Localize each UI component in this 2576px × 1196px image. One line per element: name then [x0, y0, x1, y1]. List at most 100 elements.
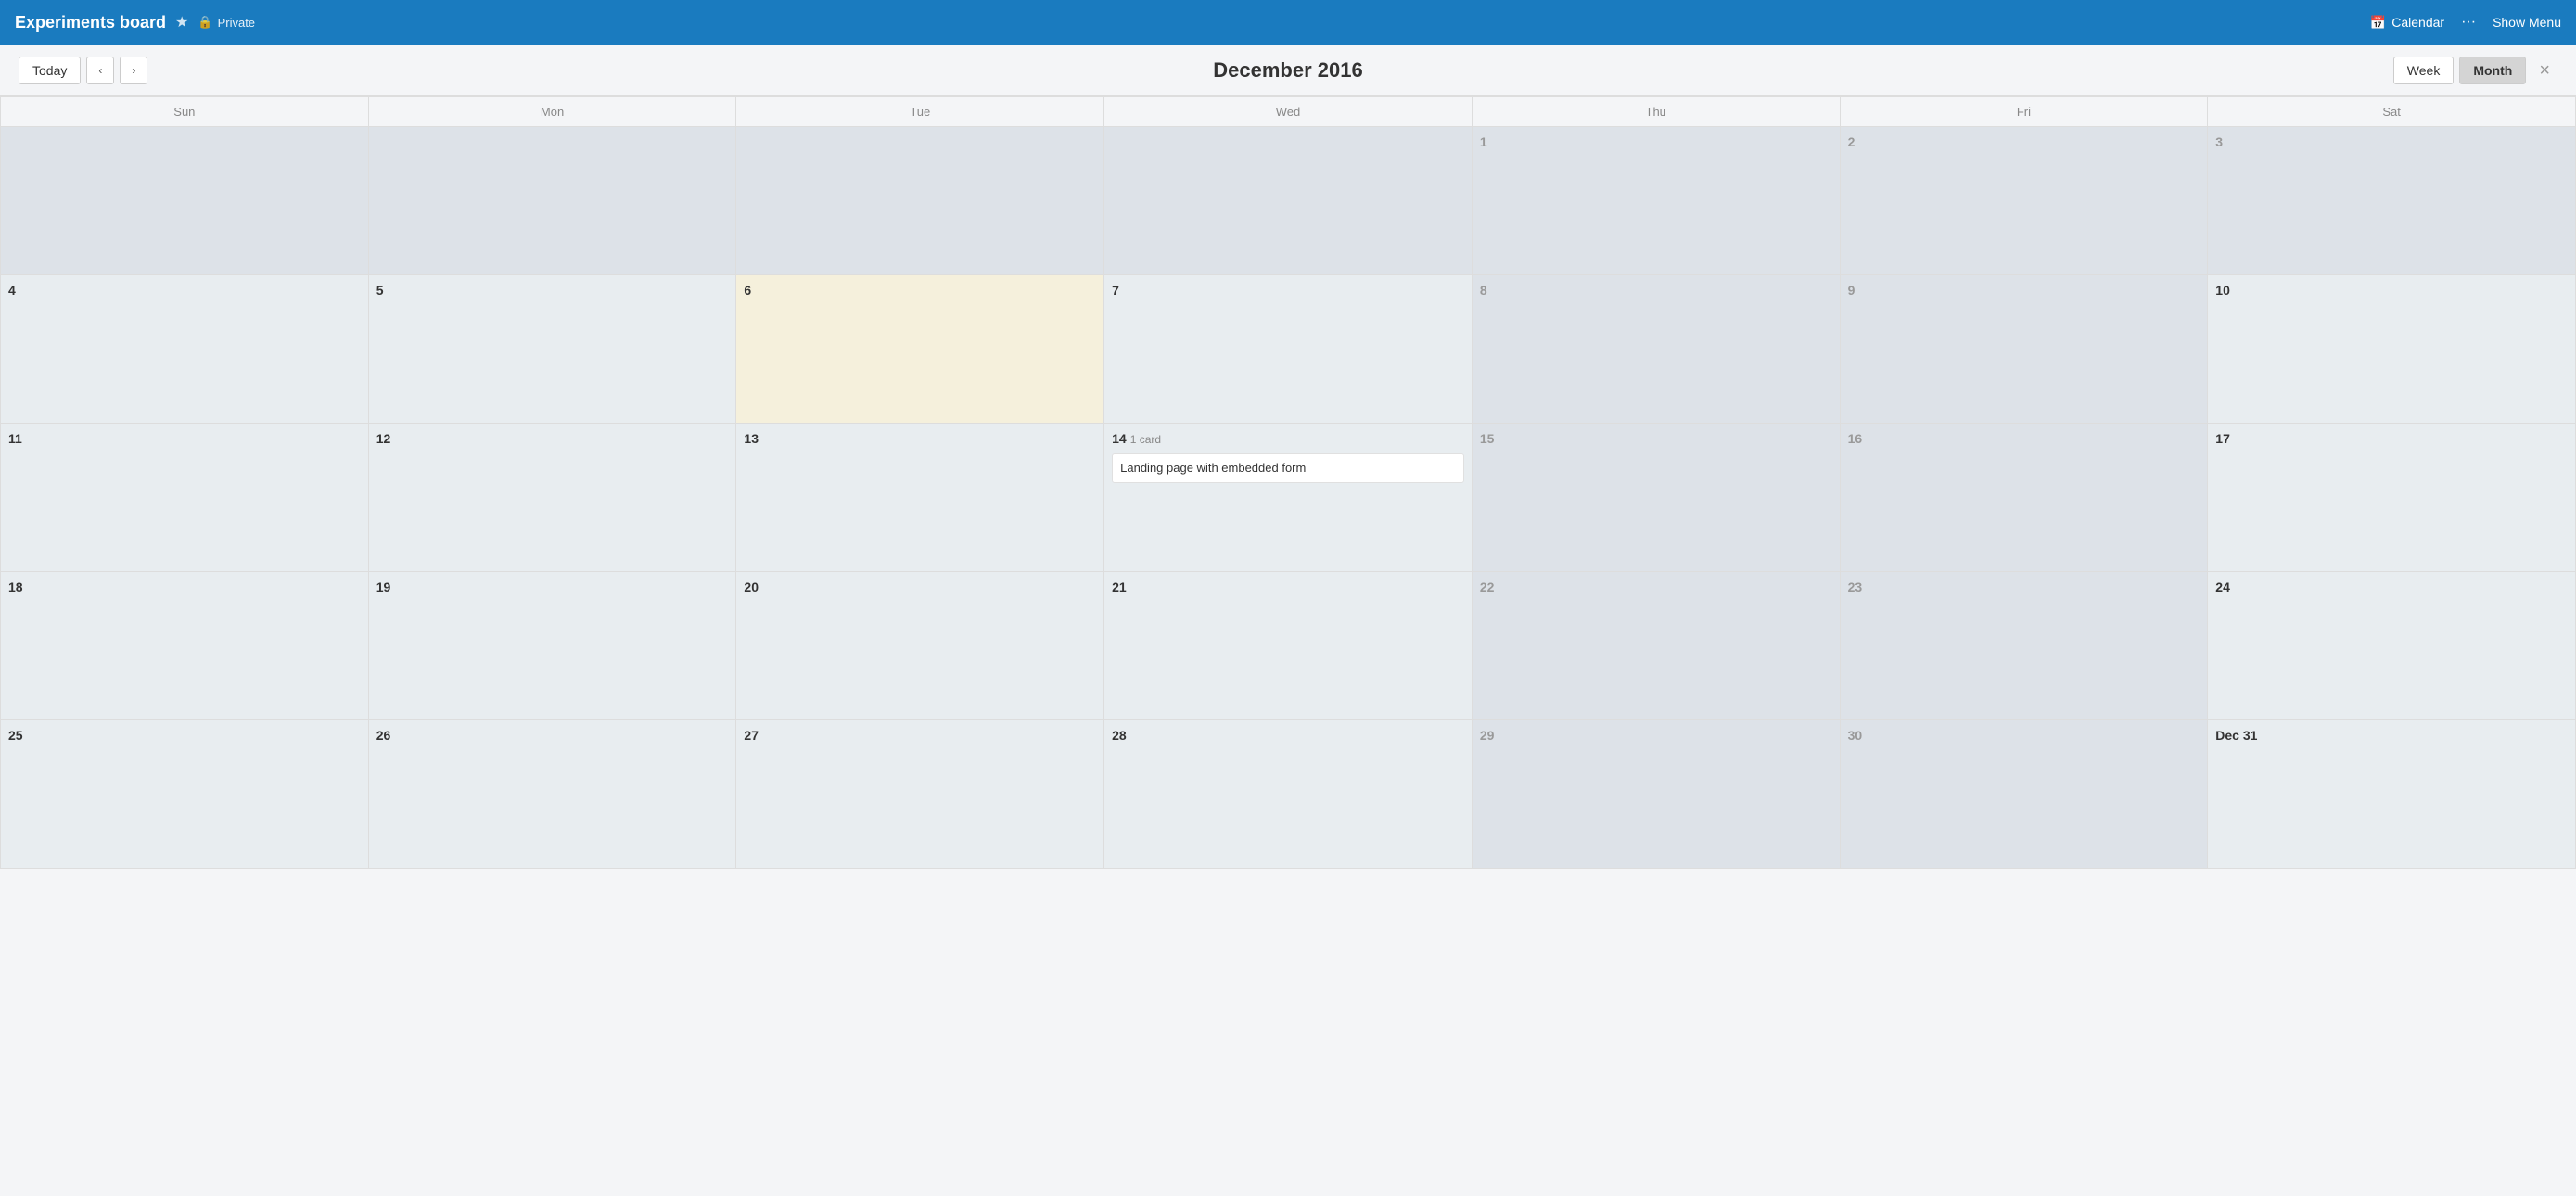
- day-cell[interactable]: 8: [1473, 275, 1841, 424]
- day-cell[interactable]: 27: [736, 720, 1104, 869]
- day-cell[interactable]: Dec 31: [2208, 720, 2576, 869]
- today-button[interactable]: Today: [19, 57, 81, 84]
- nav-right: Week Month ×: [2393, 57, 2557, 84]
- day-cell[interactable]: 7: [1104, 275, 1473, 424]
- day-cell[interactable]: 4: [1, 275, 369, 424]
- prev-button[interactable]: ‹: [86, 57, 114, 84]
- day-cell[interactable]: 16: [1841, 424, 2209, 572]
- month-view-button[interactable]: Month: [2459, 57, 2526, 84]
- day-cell[interactable]: 26: [369, 720, 737, 869]
- day-cell[interactable]: 2: [1841, 127, 2209, 275]
- day-number: 3: [2215, 134, 2223, 149]
- day-cell[interactable]: 30: [1841, 720, 2209, 869]
- day-number: 21: [1112, 579, 1127, 594]
- day-cell[interactable]: [736, 127, 1104, 275]
- day-cell[interactable]: 21: [1104, 572, 1473, 720]
- day-cell[interactable]: 18: [1, 572, 369, 720]
- day-number: 19: [376, 579, 391, 594]
- day-number: 22: [1480, 579, 1495, 594]
- calendar-grid: SunMonTueWedThuFriSat1234567891011121314…: [0, 96, 2576, 869]
- star-icon[interactable]: ★: [175, 13, 188, 32]
- day-number: 10: [2215, 283, 2230, 298]
- day-header: Mon: [369, 97, 737, 127]
- day-number: 23: [1848, 579, 1863, 594]
- day-number: 17: [2215, 431, 2230, 446]
- day-cell[interactable]: 19: [369, 572, 737, 720]
- day-number: 6: [744, 283, 751, 298]
- day-cell[interactable]: 17: [2208, 424, 2576, 572]
- day-cell[interactable]: 12: [369, 424, 737, 572]
- day-cell[interactable]: 15: [1473, 424, 1841, 572]
- day-cell[interactable]: 3: [2208, 127, 2576, 275]
- day-cell[interactable]: 25: [1, 720, 369, 869]
- day-cell[interactable]: 5: [369, 275, 737, 424]
- day-number: 16: [1848, 431, 1863, 446]
- day-header: Sat: [2208, 97, 2576, 127]
- day-number: 30: [1848, 728, 1863, 743]
- next-button[interactable]: ›: [120, 57, 147, 84]
- day-cell[interactable]: 20: [736, 572, 1104, 720]
- nav-left: Today ‹ ›: [19, 57, 147, 84]
- day-cell[interactable]: 141 card Landing page with embedded form: [1104, 424, 1473, 572]
- day-number: 14: [1112, 431, 1127, 446]
- day-cell[interactable]: 13: [736, 424, 1104, 572]
- day-number: 1: [1480, 134, 1487, 149]
- week-view-button[interactable]: Week: [2393, 57, 2455, 84]
- calendar-toolbar: Today ‹ › December 2016 Week Month ×: [0, 45, 2576, 96]
- board-title: Experiments board: [15, 13, 166, 32]
- calendar-icon: 📅: [2370, 15, 2386, 31]
- day-header: Thu: [1473, 97, 1841, 127]
- calendar-link-label: Calendar: [2391, 15, 2444, 30]
- day-number: 15: [1480, 431, 1495, 446]
- day-cell[interactable]: 10: [2208, 275, 2576, 424]
- day-cell[interactable]: 11: [1, 424, 369, 572]
- day-number: 27: [744, 728, 759, 743]
- day-number: 26: [376, 728, 391, 743]
- day-header: Wed: [1104, 97, 1473, 127]
- day-cell[interactable]: 28: [1104, 720, 1473, 869]
- day-number: 9: [1848, 283, 1855, 298]
- show-menu-button[interactable]: Show Menu: [2493, 15, 2561, 30]
- day-number: 28: [1112, 728, 1127, 743]
- day-number: 12: [376, 431, 391, 446]
- lock-icon: 🔒: [198, 15, 212, 30]
- day-header: Fri: [1841, 97, 2209, 127]
- day-cell[interactable]: 1: [1473, 127, 1841, 275]
- card-count: 1 card: [1130, 433, 1161, 446]
- day-cell[interactable]: [1104, 127, 1473, 275]
- day-cell[interactable]: 22: [1473, 572, 1841, 720]
- day-number: 11: [8, 431, 22, 446]
- day-number: 24: [2215, 579, 2230, 594]
- day-cell[interactable]: 29: [1473, 720, 1841, 869]
- private-badge: 🔒 Private: [198, 15, 255, 30]
- day-cell[interactable]: 6: [736, 275, 1104, 424]
- day-number: 2: [1848, 134, 1855, 149]
- topbar-left: Experiments board ★ 🔒 Private: [15, 13, 255, 32]
- calendar-title: December 2016: [1213, 58, 1362, 83]
- day-header: Tue: [736, 97, 1104, 127]
- private-label: Private: [218, 16, 255, 30]
- day-cell[interactable]: 24: [2208, 572, 2576, 720]
- day-number: 29: [1480, 728, 1495, 743]
- topbar-right: 📅 Calendar ··· Show Menu: [2370, 14, 2561, 31]
- day-number: 4: [8, 283, 16, 298]
- day-cell[interactable]: 9: [1841, 275, 2209, 424]
- calendar-event[interactable]: Landing page with embedded form: [1112, 453, 1464, 483]
- close-button[interactable]: ×: [2531, 57, 2557, 83]
- day-number: 20: [744, 579, 759, 594]
- calendar-link[interactable]: 📅 Calendar: [2370, 15, 2444, 31]
- day-number: Dec 31: [2215, 728, 2257, 743]
- more-options-icon[interactable]: ···: [2461, 14, 2476, 31]
- calendar-wrapper: Today ‹ › December 2016 Week Month × Sun…: [0, 45, 2576, 1196]
- day-number: 13: [744, 431, 759, 446]
- day-cell[interactable]: [369, 127, 737, 275]
- day-number: 7: [1112, 283, 1119, 298]
- day-cell[interactable]: 23: [1841, 572, 2209, 720]
- day-number: 18: [8, 579, 23, 594]
- day-cell[interactable]: [1, 127, 369, 275]
- day-number: 25: [8, 728, 23, 743]
- day-header: Sun: [1, 97, 369, 127]
- day-number: 5: [376, 283, 384, 298]
- topbar: Experiments board ★ 🔒 Private 📅 Calendar…: [0, 0, 2576, 45]
- day-number: 8: [1480, 283, 1487, 298]
